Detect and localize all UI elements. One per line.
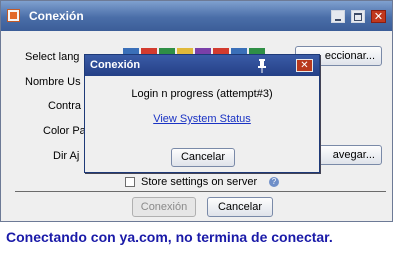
minimize-icon[interactable] xyxy=(331,10,345,23)
progress-message: Login n progress (attempt#3) xyxy=(131,88,273,100)
language-flags[interactable] xyxy=(123,45,283,66)
dialog-title: Conexión xyxy=(90,59,141,71)
cancel-button[interactable]: Cancelar xyxy=(207,197,273,217)
window-title: Conexión xyxy=(29,9,84,23)
dialog-cancel-button[interactable]: Cancelar xyxy=(171,148,235,167)
dialog-titlebar[interactable]: Conexión ✕ xyxy=(85,55,319,76)
system-status-link[interactable]: View System Status xyxy=(85,113,319,125)
connect-button[interactable]: Conexión xyxy=(132,197,196,217)
dialog-close-icon[interactable]: ✕ xyxy=(296,59,313,72)
app-logo-icon xyxy=(7,9,20,22)
pin-icon[interactable] xyxy=(257,58,267,73)
close-button[interactable]: ✕ xyxy=(371,10,386,23)
maximize-icon[interactable] xyxy=(351,10,365,23)
language-label: Select lang xyxy=(25,51,80,63)
password-label: Contra xyxy=(48,100,82,112)
caption-text: Conectando con ya.com, no termina de con… xyxy=(6,229,333,245)
window-titlebar[interactable]: Conexión ✕ xyxy=(1,1,392,31)
help-icon[interactable]: ? xyxy=(269,177,279,187)
close-icon: ✕ xyxy=(372,11,385,23)
username-label: Nombre Us xyxy=(25,76,81,88)
connection-progress-dialog: Conexión ✕ Login n progress (attempt#3) … xyxy=(84,54,320,173)
store-settings-label: Store settings on server xyxy=(141,176,258,188)
directory-label: Dir Aj xyxy=(53,150,80,162)
store-settings-checkbox[interactable] xyxy=(125,177,135,187)
color-label: Color Pa xyxy=(43,125,86,137)
footer-divider xyxy=(15,191,386,192)
